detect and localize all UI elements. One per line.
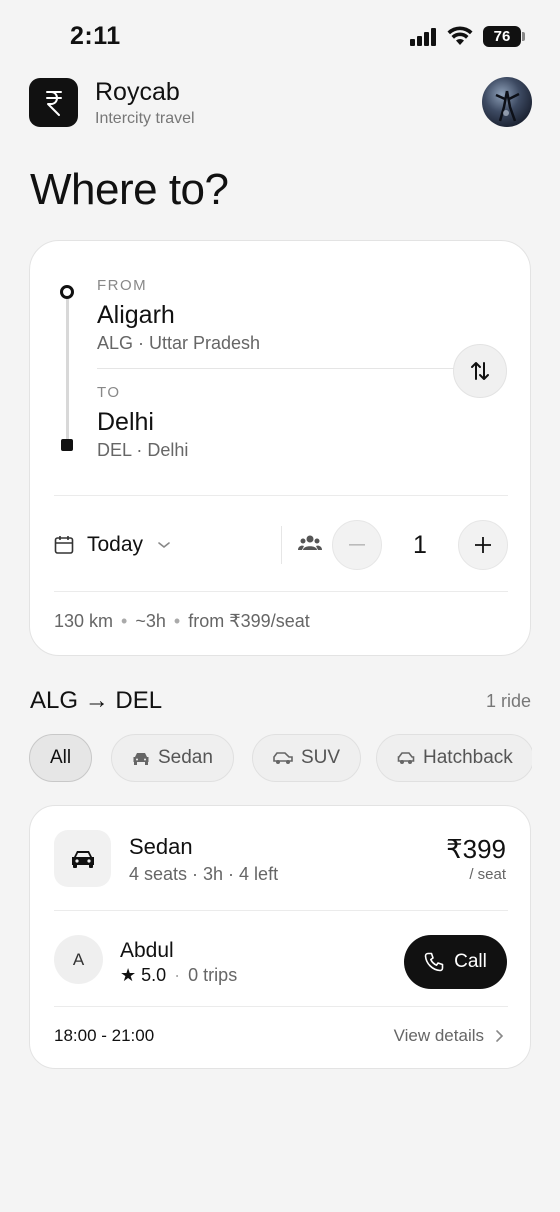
price-unit: / seat [469, 866, 506, 883]
car-icon [397, 751, 415, 765]
trip-duration: ~3h [135, 611, 166, 631]
wifi-icon [447, 26, 473, 45]
driver-name: Abdul [120, 939, 174, 962]
driver-trips: 0 trips [188, 965, 238, 985]
phone-icon [424, 952, 444, 972]
app-logo [29, 78, 78, 127]
car-icon [132, 751, 150, 765]
profile-avatar[interactable] [482, 77, 532, 127]
filter-chip-hatchback[interactable]: Hatchback [376, 734, 532, 782]
trip-search-card: FROM Aligarh ALG · Uttar Pradesh TO Delh… [29, 240, 531, 656]
trip-fare-from: from ₹399/seat [188, 611, 310, 631]
call-label: Call [454, 951, 487, 972]
driver-rating: ★ 5.0 [120, 965, 167, 985]
status-bar: 2:11 76 [0, 0, 560, 72]
passenger-count: 1 [413, 531, 427, 559]
vertical-separator [281, 526, 282, 564]
call-driver-button[interactable]: Call [404, 935, 507, 989]
filter-chip-label: All [50, 747, 72, 768]
car-type: Sedan [129, 834, 193, 859]
car-icon [71, 850, 94, 868]
card-divider [54, 910, 508, 911]
swap-route-button[interactable] [453, 344, 507, 398]
filter-chip-sedan[interactable]: Sedan [111, 734, 234, 782]
plus-icon [475, 537, 491, 553]
filter-chip-label: SUV [301, 747, 341, 768]
suv-icon [273, 751, 293, 765]
app-name: Roycab [95, 78, 180, 106]
rupee-logo-icon [45, 90, 62, 116]
to-city-detail: DEL · Delhi [97, 440, 189, 460]
from-label: FROM [97, 277, 148, 294]
increase-passengers-button[interactable] [458, 520, 508, 570]
ride-count: 1 ride [485, 691, 531, 711]
view-details-label: View details [393, 1026, 484, 1045]
swap-arrows-icon [471, 362, 489, 380]
filter-chip-suv[interactable]: SUV [252, 734, 362, 782]
to-city[interactable]: Delhi [97, 408, 154, 437]
filter-chip-all[interactable]: All [29, 734, 93, 782]
card-divider [54, 1006, 508, 1007]
driver-stats: ★ 5.0 · 0 trips [120, 965, 238, 985]
battery-icon: 76 [483, 26, 525, 47]
destination-square-icon [61, 439, 73, 451]
date-picker[interactable]: Today [54, 526, 171, 564]
from-city-detail: ALG · Uttar Pradesh [97, 333, 261, 353]
ride-time-window: 18:00 - 21:00 [54, 1026, 155, 1045]
card-divider [54, 591, 508, 592]
trip-summary: 130 km • ~3h • from ₹399/seat [54, 611, 310, 631]
battery-level: 76 [493, 28, 511, 45]
origin-dot-icon [60, 285, 74, 299]
results-route-title: ALG → DEL [30, 687, 163, 714]
ride-price: ₹399 [446, 834, 506, 864]
page-title: Where to? [30, 165, 229, 214]
filter-chip-label: Sedan [158, 747, 213, 768]
driver-initial: A [72, 949, 85, 969]
chevron-right-icon [496, 1030, 504, 1042]
passengers-icon [298, 535, 322, 550]
date-value: Today [87, 533, 144, 556]
avatar-image [495, 90, 520, 122]
app-tagline: Intercity travel [95, 110, 195, 127]
trip-distance: 130 km [54, 611, 114, 631]
view-details-link[interactable]: View details [394, 1026, 504, 1046]
filter-chip-label: Hatchback [423, 747, 513, 768]
to-label: TO [97, 384, 121, 401]
decrease-passengers-button[interactable] [332, 520, 382, 570]
car-meta: 4 seats · 3h · 4 left [129, 864, 279, 884]
route-divider [97, 368, 497, 369]
chevron-down-icon [158, 542, 170, 549]
filter-chips-row: All Sedan SUV Hatchback [0, 730, 532, 786]
signal-icon [410, 28, 438, 46]
ride-card[interactable]: Sedan 4 seats · 3h · 4 left ₹399 / seat … [29, 805, 531, 1069]
from-city[interactable]: Aligarh [97, 301, 175, 330]
calendar-icon [54, 536, 74, 554]
route-line [66, 299, 69, 439]
car-tile [54, 830, 111, 887]
status-time: 2:11 [70, 22, 121, 50]
driver-avatar: A [54, 935, 103, 984]
minus-icon [349, 544, 365, 546]
card-divider [54, 495, 508, 496]
